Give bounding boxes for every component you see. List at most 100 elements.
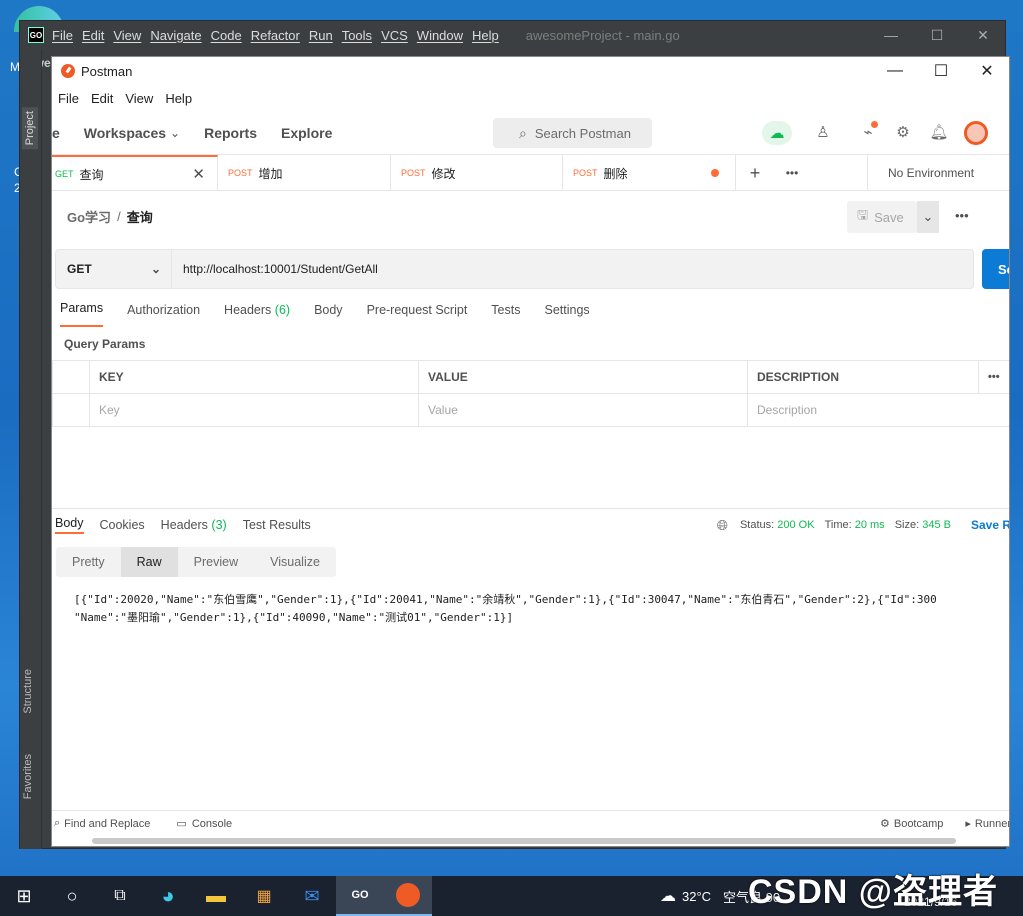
- goland-favorites-tab[interactable]: Favorites: [22, 754, 34, 799]
- file-explorer-icon[interactable]: ▬: [192, 876, 240, 916]
- goland-maximize-button[interactable]: ☐: [914, 21, 960, 49]
- save-response-button[interactable]: Save R: [971, 518, 1009, 532]
- tab-settings[interactable]: Settings: [544, 303, 589, 327]
- tab-label: 增加: [258, 166, 283, 181]
- windows-start-icon[interactable]: ⊞: [0, 876, 48, 916]
- reports-link[interactable]: Reports: [204, 125, 257, 141]
- goland-structure-tab[interactable]: Structure: [22, 669, 34, 714]
- tab-prerequest-script[interactable]: Pre-request Script: [367, 303, 468, 327]
- chevron-down-icon[interactable]: ⌄: [170, 126, 180, 140]
- goland-menu-navigate[interactable]: Navigate: [150, 28, 201, 43]
- find-replace-button[interactable]: Find and Replace: [64, 818, 150, 830]
- tab-post-edit[interactable]: POST 修改: [391, 155, 563, 191]
- environment-label: No Environment: [888, 166, 975, 180]
- tab-post-delete[interactable]: POST 删除: [563, 155, 736, 191]
- new-tab-plus-icon[interactable]: +: [736, 155, 774, 191]
- goland-menu-run[interactable]: Run: [309, 28, 333, 43]
- format-raw[interactable]: Raw: [120, 547, 178, 577]
- goland-menu-view[interactable]: View: [113, 28, 141, 43]
- menu-file[interactable]: File: [58, 91, 79, 106]
- request-tab-bar: GET 查询 ✕ POST 增加 POST 修改 POST 删除 + ••• N…: [52, 155, 1009, 191]
- value-input[interactable]: Value: [418, 393, 748, 427]
- more-tabs-icon[interactable]: •••: [774, 155, 810, 191]
- postman-maximize-button[interactable]: ☐: [918, 57, 964, 85]
- store-icon[interactable]: ▦: [240, 876, 288, 916]
- tab-get-query[interactable]: GET 查询 ✕: [52, 155, 218, 191]
- bootcamp-button[interactable]: Bootcamp: [894, 818, 944, 830]
- avatar[interactable]: [964, 121, 988, 145]
- task-view-icon[interactable]: ⧉: [96, 876, 144, 916]
- response-tab-headers[interactable]: Headers (3): [161, 518, 227, 532]
- search-circle-icon[interactable]: ○: [48, 876, 96, 916]
- goland-menu-refactor[interactable]: Refactor: [251, 28, 300, 43]
- more-options-icon[interactable]: •••: [955, 208, 969, 223]
- format-visualize[interactable]: Visualize: [254, 547, 336, 577]
- console-button[interactable]: Console: [192, 818, 232, 830]
- tab-post-add[interactable]: POST 增加: [218, 155, 391, 191]
- weather-temperature[interactable]: 32°C: [682, 889, 711, 904]
- goland-menu-tools[interactable]: Tools: [342, 28, 372, 43]
- tab-authorization[interactable]: Authorization: [127, 303, 200, 327]
- home-link[interactable]: e: [52, 125, 60, 141]
- response-tab-body[interactable]: Body: [55, 516, 84, 534]
- send-button[interactable]: Se: [982, 249, 1009, 289]
- edge-browser-icon[interactable]: ◕: [144, 876, 192, 916]
- globe-icon[interactable]: 🌐︎: [717, 517, 728, 534]
- mail-icon[interactable]: ✉: [288, 876, 336, 916]
- horizontal-scrollbar[interactable]: [92, 838, 956, 844]
- save-button[interactable]: 🖫 Save: [847, 201, 917, 233]
- goland-menu-help[interactable]: Help: [472, 28, 499, 43]
- environment-select[interactable]: No Environment: [867, 155, 1009, 191]
- search-placeholder: Search Postman: [534, 125, 631, 141]
- time-label: Time:: [824, 519, 852, 531]
- postman-minimize-button[interactable]: —: [872, 57, 918, 85]
- workspaces-link[interactable]: Workspaces: [84, 125, 166, 141]
- format-preview[interactable]: Preview: [178, 547, 254, 577]
- goland-menu-edit[interactable]: Edit: [82, 28, 104, 43]
- close-icon[interactable]: ✕: [192, 165, 205, 183]
- bell-icon[interactable]: 🔔︎: [928, 121, 950, 143]
- save-dropdown-chevron-icon[interactable]: ⌄: [917, 201, 939, 233]
- key-input[interactable]: Key: [89, 393, 419, 427]
- breadcrumb-request: 查询: [126, 209, 153, 225]
- satellite-icon[interactable]: ⌁: [857, 121, 879, 143]
- tab-body[interactable]: Body: [314, 303, 343, 327]
- goland-minimize-button[interactable]: —: [868, 21, 914, 49]
- tab-headers[interactable]: Headers (6): [224, 303, 290, 327]
- cloud-sync-icon[interactable]: ☁: [762, 121, 792, 145]
- goland-close-button[interactable]: ✕: [960, 21, 1006, 49]
- breadcrumb-collection[interactable]: Go学习: [67, 207, 111, 226]
- goland-menu-window[interactable]: Window: [417, 28, 463, 43]
- postman-close-button[interactable]: ✕: [964, 57, 1009, 85]
- goland-menu-file[interactable]: File: [52, 28, 73, 43]
- invite-user-icon[interactable]: ♙: [812, 121, 834, 143]
- gear-icon[interactable]: ⚙: [892, 121, 914, 143]
- runner-button[interactable]: Runner: [975, 818, 1009, 830]
- description-input[interactable]: Description: [747, 393, 1009, 427]
- menu-help[interactable]: Help: [165, 91, 192, 106]
- response-tab-test-results[interactable]: Test Results: [243, 518, 311, 532]
- tab-params[interactable]: Params: [60, 301, 104, 327]
- goland-menu-code[interactable]: Code: [211, 28, 242, 43]
- url-input[interactable]: http://localhost:10001/Student/GetAll: [171, 249, 974, 289]
- response-body-line: [{"Id":20020,"Name":"东伯雪鹰","Gender":1},{…: [74, 593, 937, 606]
- format-pretty[interactable]: Pretty: [56, 547, 121, 577]
- response-tab-cookies[interactable]: Cookies: [100, 518, 145, 532]
- goland-menu-vcs[interactable]: VCS: [381, 28, 408, 43]
- console-icon: ▭: [176, 818, 187, 830]
- bulk-edit-more-icon[interactable]: •••: [978, 360, 1009, 394]
- goland-taskbar-icon[interactable]: GO: [336, 876, 384, 916]
- goland-project-tab[interactable]: Project: [22, 107, 38, 150]
- menu-edit[interactable]: Edit: [91, 91, 113, 106]
- response-body[interactable]: [{"Id":20020,"Name":"东伯雪鹰","Gender":1},{…: [74, 591, 937, 627]
- tab-tests[interactable]: Tests: [491, 303, 520, 327]
- search-icon: ⌕: [519, 124, 527, 141]
- search-input[interactable]: ⌕ Search Postman: [493, 118, 652, 148]
- method-select[interactable]: GET ⌄: [55, 249, 172, 289]
- explore-link[interactable]: Explore: [281, 125, 332, 141]
- menu-view[interactable]: View: [125, 91, 153, 106]
- save-label: Save: [874, 209, 904, 225]
- postman-taskbar-icon[interactable]: [384, 876, 432, 916]
- status-label: Status:: [739, 519, 775, 531]
- postman-footer: ⌕ Find and Replace ▭ Console ⚙ Bootcamp …: [52, 810, 1009, 836]
